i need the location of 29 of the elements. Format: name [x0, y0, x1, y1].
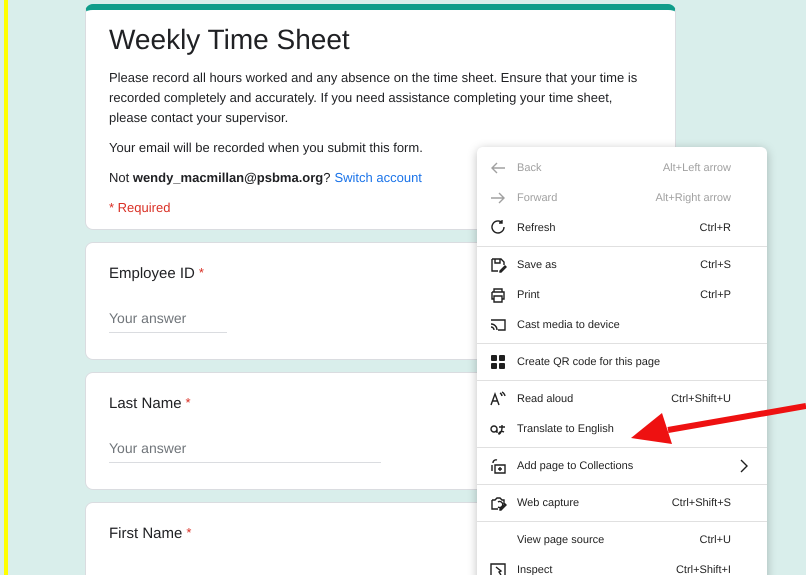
printer-icon	[489, 286, 507, 304]
read-aloud-icon	[489, 390, 507, 408]
menu-item[interactable]: View page source Ctrl+U	[477, 525, 767, 555]
question-label: First Name	[109, 525, 182, 542]
email-notice: Your email will be recorded when you submit this form.	[109, 139, 423, 157]
required-note: * Required	[109, 200, 170, 215]
form-description: Please record all hours worked and any absence on the time sheet. Ensure that your time is recorded completely and accurately. If you need assistance completing your time sheet, please contact your supervisor.	[109, 69, 638, 127]
menu-item[interactable]: Inspect Ctrl+Shift+I	[477, 555, 767, 575]
required-asterisk: *	[198, 265, 204, 280]
menu-item[interactable]: Create QR code for this page	[477, 347, 767, 377]
required-asterisk: *	[186, 525, 192, 540]
question-label: Employee ID	[109, 265, 195, 282]
inspect-icon	[489, 561, 507, 575]
menu-item[interactable]: Cast media to device	[477, 310, 767, 340]
menu-item[interactable]: Save as Ctrl+S	[477, 250, 767, 280]
collections-icon	[489, 457, 507, 475]
menu-item[interactable]: Refresh Ctrl+R	[477, 213, 767, 243]
question-label: Last Name	[109, 395, 182, 412]
menu-item[interactable]: Print Ctrl+P	[477, 280, 767, 310]
account-text: Not wendy_macmillan@psbma.org?	[109, 169, 330, 187]
form-title: Weekly Time Sheet	[109, 24, 351, 56]
qr-code-icon	[489, 353, 507, 371]
required-asterisk: *	[186, 395, 191, 410]
menu-item[interactable]: Read aloud Ctrl+Shift+U	[477, 384, 767, 414]
menu-item[interactable]: Translate to English	[477, 414, 767, 444]
switch-account-link[interactable]: Switch account	[334, 168, 422, 188]
menu-item[interactable]: Add page to Collections	[477, 451, 767, 481]
menu-item[interactable]: Web capture Ctrl+Shift+S	[477, 488, 767, 518]
save-icon	[489, 256, 507, 274]
